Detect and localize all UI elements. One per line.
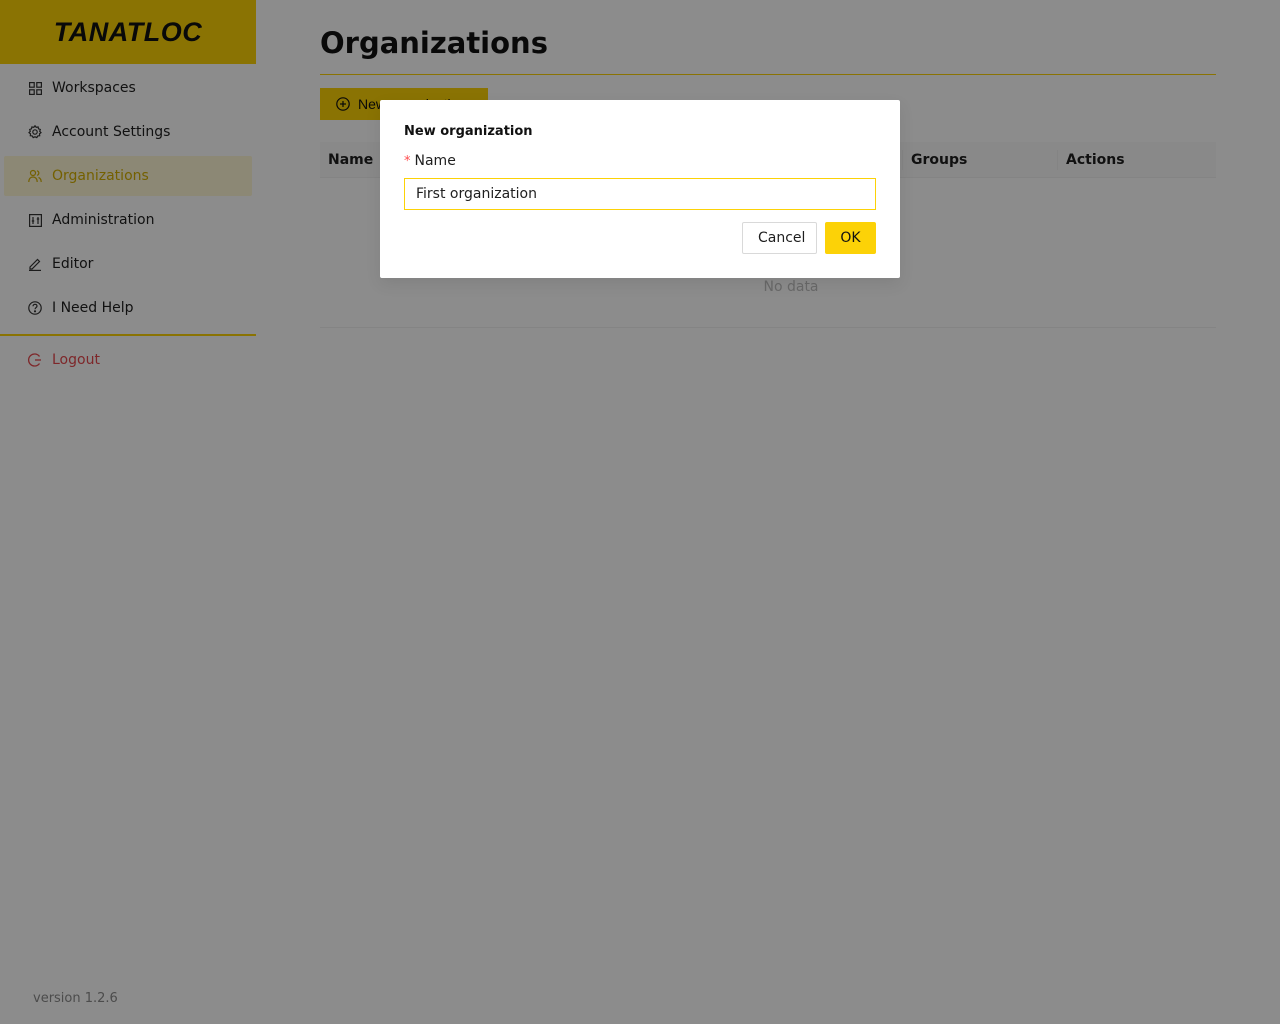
new-organization-modal: New organization * Name Cancel OK (380, 100, 900, 278)
organization-name-input[interactable] (404, 178, 876, 210)
cancel-button[interactable]: Cancel (742, 222, 817, 254)
ok-button[interactable]: OK (825, 222, 876, 254)
name-field-label: * Name (404, 153, 876, 169)
modal-footer: Cancel OK (404, 222, 876, 254)
required-mark: * (404, 153, 411, 169)
name-label-text: Name (414, 153, 456, 169)
modal-title: New organization (404, 124, 533, 139)
